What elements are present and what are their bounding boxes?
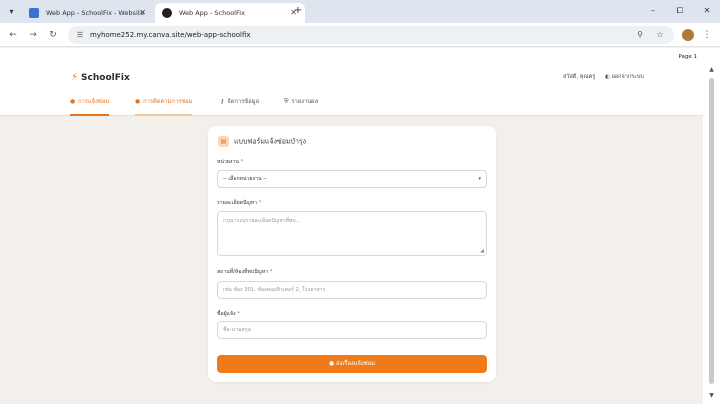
reporter-label: ชื่อผู้แจ้ง * (217, 311, 240, 317)
repair-form-card: ▤ แบบฟอร์มแจ้งซ่อมบำรุง หน่วยงาน * -- เลื… (208, 126, 496, 382)
forward-icon[interactable]: → (26, 28, 40, 42)
location-label: สถานที่/ห้องที่พบปัญหา * (217, 269, 273, 275)
favicon-icon (162, 8, 172, 18)
tab-schoolfix-website[interactable]: Web App - SchoolFix - Website ✕ (22, 3, 154, 23)
tab-title: Web App - SchoolFix (179, 9, 245, 17)
problem-placeholder: กรุณาระบุรายละเอียดปัญหาที่พบ... (223, 218, 301, 224)
site-info-icon[interactable]: ☰ (74, 29, 86, 41)
scroll-up-icon[interactable]: ▲ (707, 66, 716, 74)
nav-tab-tracking[interactable]: ● การติดตามการซ่อม (135, 96, 193, 116)
location-input[interactable]: เช่น ห้อง 301, ห้องคอมพิวเตอร์ 2, โรงอาห… (217, 281, 487, 299)
submit-label: ส่งเรื่องแจ้งซ่อม (335, 361, 375, 367)
send-icon: ● (329, 361, 336, 367)
scrollbar-thumb[interactable] (709, 78, 714, 384)
tracking-icon: ● (135, 99, 141, 105)
submit-button[interactable]: ● ส่งเรื่องแจ้งซ่อม (217, 355, 487, 373)
bookmark-star-icon[interactable]: ☆ (654, 29, 666, 41)
logout-button[interactable]: ◐ ออกจากระบบ (605, 73, 644, 81)
app-logo[interactable]: ⚡ SchoolFix (71, 72, 130, 83)
address-bar[interactable]: ☰ myhome252.my.canva.site/web-app-school… (68, 26, 674, 44)
agency-label: หน่วยงาน * (217, 159, 244, 165)
page-indicator: Page 1 (678, 54, 697, 60)
nav-tab-manage[interactable]: ⚷ จัดการข้อมูล (220, 96, 259, 116)
agency-select-value: -- เลือกหน่วยงาน -- (223, 176, 267, 182)
agency-select[interactable]: -- เลือกหน่วยงาน -- ▾ (217, 170, 487, 188)
maximize-button[interactable]: ⧠ (673, 4, 687, 18)
browser-menu-icon[interactable]: ⋮ (701, 28, 713, 42)
tab-schoolfix-app[interactable]: Web App - SchoolFix ✕ (155, 3, 305, 23)
tab-title: Web App - SchoolFix - Website (46, 9, 145, 17)
url-text: myhome252.my.canva.site/web-app-schoolfi… (90, 31, 251, 39)
problem-label: รายละเอียดปัญหา * (217, 200, 262, 206)
tab-search-icon[interactable]: ▾ (5, 5, 18, 18)
location-placeholder: เช่น ห้อง 301, ห้องคอมพิวเตอร์ 2, โรงอาห… (223, 287, 326, 293)
reload-icon[interactable]: ↻ (46, 28, 60, 42)
reporter-placeholder: ชื่อ-นามสกุล (223, 327, 251, 333)
minimize-button[interactable]: – (646, 4, 660, 18)
browser-tab-bar: ▾ Web App - SchoolFix - Website ✕ Web Ap… (0, 0, 720, 23)
problem-textarea[interactable]: กรุณาระบุรายละเอียดปัญหาที่พบ... ◢ (217, 211, 487, 256)
page-scrollbar[interactable]: ▲ ▼ (703, 48, 720, 404)
profile-avatar[interactable] (682, 29, 694, 41)
nav-tab-report-results[interactable]: ⛨ รายงานผล (284, 96, 318, 116)
form-title: ▤ แบบฟอร์มแจ้งซ่อมบำรุง (218, 136, 306, 148)
back-icon[interactable]: ← (6, 28, 20, 42)
web-page: Page 1 ⚡ SchoolFix สวัสดี, คุณครู ◐ ออกจา… (0, 48, 703, 404)
app-header: Page 1 ⚡ SchoolFix สวัสดี, คุณครู ◐ ออกจา… (0, 48, 703, 116)
new-tab-button[interactable]: + (291, 4, 305, 18)
wrench-icon: ● (70, 99, 76, 105)
nav-tab-label: จัดการข้อมูล (227, 99, 260, 105)
reporter-input[interactable]: ชื่อ-นามสกุล (217, 321, 487, 339)
favicon-icon (29, 8, 39, 18)
chevron-down-icon: ▾ (478, 176, 481, 182)
bolt-icon: ⚡ (71, 72, 79, 83)
close-tab-icon[interactable]: ✕ (139, 3, 146, 23)
nav-tab-label: การติดตามการซ่อม (143, 99, 193, 105)
address-bar-row: ← → ↻ ☰ myhome252.my.canva.site/web-app-… (0, 23, 720, 47)
user-greeting: สวัสดี, คุณครู (563, 74, 596, 80)
key-icon: ⚷ (220, 99, 225, 105)
zoom-icon[interactable]: ⚲ (634, 29, 646, 41)
logo-text: SchoolFix (81, 73, 130, 83)
nav-tab-label: การแจ้งซ่อม (78, 99, 110, 105)
logout-label: ออกจากระบบ (611, 74, 645, 80)
form-icon: ▤ (218, 136, 229, 147)
form-title-text: แบบฟอร์มแจ้งซ่อมบำรุง (234, 137, 307, 146)
nav-tab-label: รายงานผล (291, 99, 319, 105)
shield-icon: ⛨ (284, 99, 289, 105)
close-window-button[interactable]: ✕ (700, 4, 714, 18)
scroll-down-icon[interactable]: ▼ (707, 392, 716, 400)
resize-handle-icon[interactable]: ◢ (480, 248, 484, 254)
nav-tab-report[interactable]: ● การแจ้งซ่อม (70, 96, 110, 116)
